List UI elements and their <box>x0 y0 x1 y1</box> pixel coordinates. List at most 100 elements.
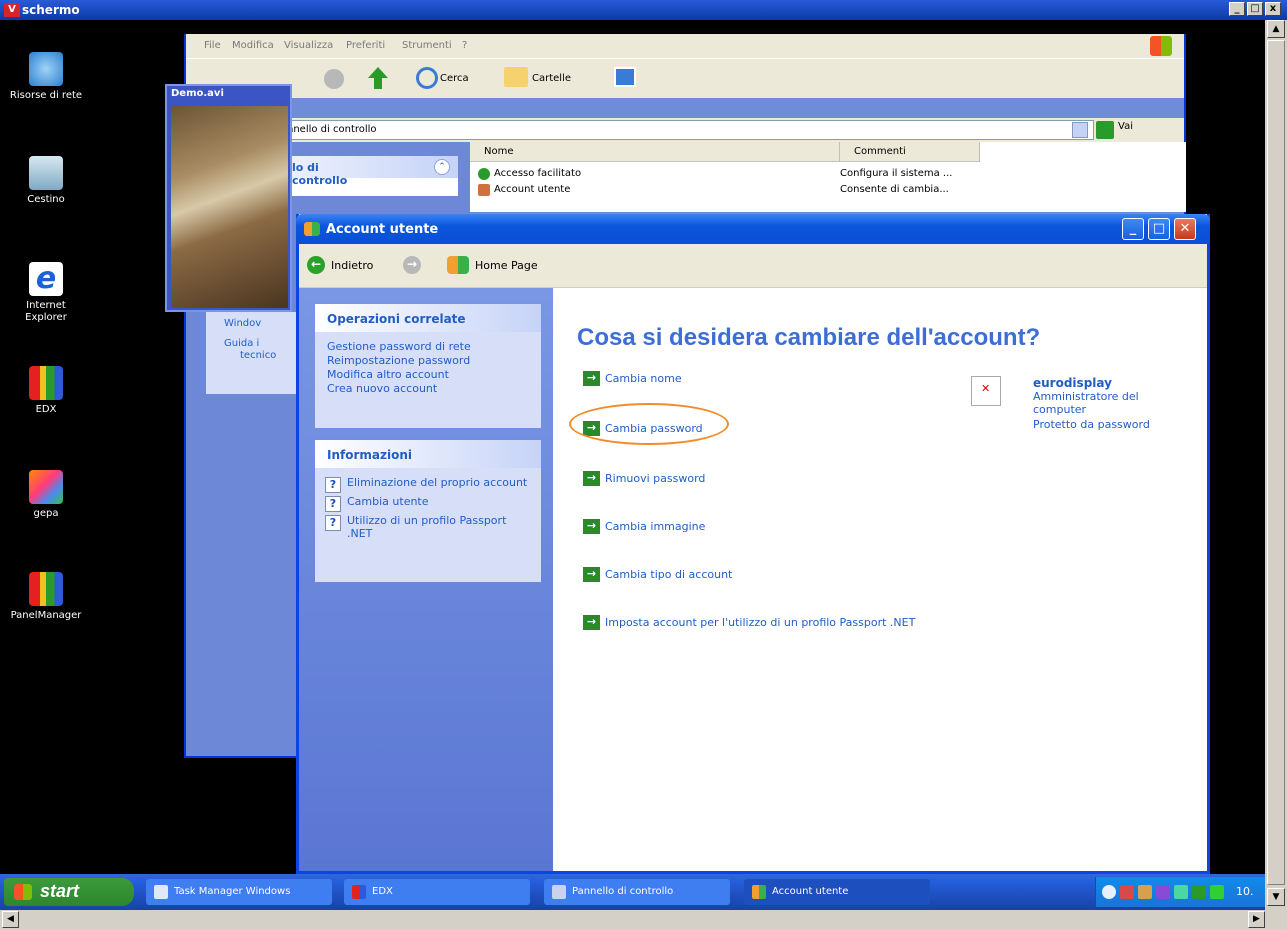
account-window: Account utente _ □ ✕ ← Indietro → Home P… <box>296 214 1210 874</box>
home-icon[interactable] <box>447 256 469 274</box>
arrow-right-icon: → <box>583 371 600 386</box>
task-label: Cambia tipo di account <box>605 568 733 581</box>
taskbar-item-edx[interactable]: EDX <box>344 879 530 905</box>
taskbar-item-account-utente[interactable]: Account utente <box>744 879 930 905</box>
address-bar: nnello di controllo Vai <box>186 118 1184 142</box>
task-manager-icon <box>154 885 168 899</box>
scroll-down-icon[interactable]: ▼ <box>1267 888 1285 906</box>
start-button[interactable]: start <box>4 878 134 906</box>
info-item-label: Eliminazione del proprio account <box>347 476 528 489</box>
column-header-name[interactable]: Nome <box>470 142 840 162</box>
search-button-label[interactable]: Cerca <box>440 73 469 84</box>
desktop-icon-recycle-bin[interactable]: Cestino <box>4 156 88 206</box>
minimize-button[interactable]: _ <box>1122 218 1144 240</box>
related-tasks-panel: Operazioni correlate Gestione password d… <box>315 304 541 428</box>
file-list: Nome Commenti Accesso facilitato Configu… <box>470 142 1186 212</box>
close-button[interactable]: ✕ <box>1174 218 1196 240</box>
go-button[interactable]: Vai <box>1118 121 1133 132</box>
folders-icon[interactable] <box>504 67 528 87</box>
link-modifica-altro-account[interactable]: Modifica altro account <box>315 368 541 382</box>
account-picture-icon <box>971 376 1001 406</box>
menu-file[interactable]: File <box>204 40 221 51</box>
taskbar-item-task-manager[interactable]: Task Manager Windows <box>146 879 332 905</box>
side-link-windows[interactable]: Windov <box>224 318 261 329</box>
desktop-icon-network[interactable]: Risorse di rete <box>4 52 88 102</box>
navigation-bar: ← Indietro → Home Page <box>299 244 1207 288</box>
up-folder-icon[interactable] <box>368 67 388 89</box>
info-item[interactable]: ? Cambia utente <box>315 495 541 512</box>
link-reimpostazione-password[interactable]: Reimpostazione password <box>315 354 541 368</box>
home-page-button[interactable]: Home Page <box>475 259 538 272</box>
task-label: Cambia nome <box>605 372 682 385</box>
vertical-scrollbar[interactable]: ▲ ▼ <box>1265 20 1287 910</box>
arrow-right-icon: → <box>583 567 600 582</box>
folders-button-label[interactable]: Cartelle <box>532 73 571 84</box>
forward-icon[interactable]: → <box>403 256 421 274</box>
list-item[interactable]: Account utente Consente di cambia... <box>470 184 1186 199</box>
task-label: Cambia immagine <box>605 520 706 533</box>
list-item[interactable]: Accesso facilitato Configura il sistema … <box>470 168 1186 183</box>
tray-expand-icon[interactable] <box>1102 885 1116 899</box>
desktop-icon-internet-explorer[interactable]: e Internet Explorer <box>4 262 88 324</box>
tray-app-icon[interactable] <box>1120 885 1134 899</box>
menu-strumenti[interactable]: Strumenti <box>402 40 452 51</box>
link-gestione-password[interactable]: Gestione password di rete <box>315 340 541 354</box>
internet-explorer-icon: e <box>29 262 63 296</box>
desktop-icon-label: EDX <box>35 404 57 415</box>
views-icon[interactable] <box>614 67 636 87</box>
sidebar-panel-see-also: Windov Guida i tecnico <box>206 312 306 394</box>
scroll-thumb[interactable] <box>1267 40 1285 885</box>
video-preview-window[interactable]: Demo.avi <box>165 84 292 312</box>
maximize-button[interactable]: □ <box>1148 218 1170 240</box>
tray-app-icon[interactable] <box>1156 885 1170 899</box>
desktop-icon-gepa[interactable]: gepa <box>4 470 88 520</box>
taskbar-item-label: Pannello di controllo <box>572 886 674 897</box>
menu-help[interactable]: ? <box>462 40 467 51</box>
menu-modifica[interactable]: Modifica <box>232 40 274 51</box>
link-crea-nuovo-account[interactable]: Crea nuovo account <box>315 382 541 396</box>
back-button[interactable]: Indietro <box>331 259 373 272</box>
tray-green-icon[interactable] <box>1210 885 1224 899</box>
taskbar-item-control-panel[interactable]: Pannello di controllo <box>544 879 730 905</box>
forward-icon[interactable] <box>324 69 344 89</box>
toolbar: Cerca Cartelle <box>186 58 1184 98</box>
desktop-icon-label: Risorse di rete <box>9 90 83 101</box>
tray-app-icon[interactable] <box>1174 885 1188 899</box>
scroll-right-icon[interactable]: ▶ <box>1248 911 1265 928</box>
info-item[interactable]: ? Utilizzo di un profilo Passport .NET <box>315 514 541 540</box>
desktop-icon-panelmanager[interactable]: PanelManager <box>0 572 92 622</box>
windows-flag-icon <box>14 884 32 900</box>
chevron-down-icon[interactable] <box>1072 122 1088 138</box>
horizontal-scrollbar[interactable]: ◀ ▶ <box>0 910 1287 929</box>
start-label: start <box>40 881 80 901</box>
address-input[interactable]: nnello di controllo <box>282 120 1094 140</box>
close-button[interactable]: x <box>1265 2 1281 16</box>
edx-icon <box>29 366 63 400</box>
scroll-left-icon[interactable]: ◀ <box>2 911 19 928</box>
search-icon[interactable] <box>416 67 438 89</box>
arrow-right-icon: → <box>583 519 600 534</box>
desktop-icon-label: Cestino <box>27 194 65 205</box>
go-arrow-icon[interactable] <box>1096 121 1114 139</box>
tray-app-icon[interactable] <box>1138 885 1152 899</box>
collapse-icon[interactable]: ⌃ <box>434 159 450 175</box>
maximize-button[interactable]: □ <box>1247 2 1263 16</box>
side-link-tecnico[interactable]: tecnico <box>240 350 276 361</box>
highlight-ellipse <box>569 403 729 445</box>
side-link-guida[interactable]: Guida i <box>224 338 259 349</box>
arrow-right-icon: → <box>583 615 600 630</box>
control-panel-icon <box>552 885 566 899</box>
taskbar-item-label: EDX <box>372 886 393 897</box>
menu-preferiti[interactable]: Preferiti <box>346 40 385 51</box>
info-item[interactable]: ? Eliminazione del proprio account <box>315 476 541 493</box>
desktop-icon-edx[interactable]: EDX <box>4 366 88 416</box>
minimize-button[interactable]: _ <box>1229 2 1245 16</box>
info-panel: Informazioni ? Eliminazione del proprio a… <box>315 440 541 582</box>
scroll-up-icon[interactable]: ▲ <box>1267 20 1285 38</box>
taskbar: start Task Manager Windows EDX Pannello … <box>0 874 1265 910</box>
column-header-comments[interactable]: Commenti <box>840 142 980 162</box>
page-title: Cosa si desidera cambiare dell'account? <box>577 324 1041 351</box>
menu-visualizza[interactable]: Visualizza <box>284 40 333 51</box>
tray-v-icon[interactable] <box>1192 885 1206 899</box>
back-icon[interactable]: ← <box>307 256 325 274</box>
